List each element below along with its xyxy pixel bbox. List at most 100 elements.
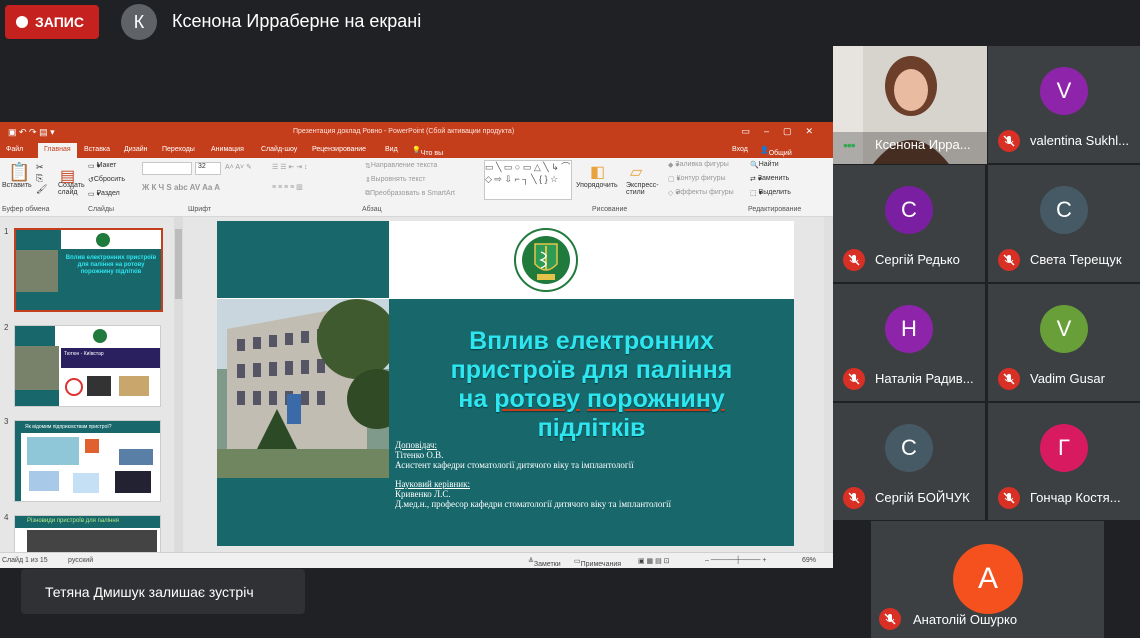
group-paragraph: Абзац bbox=[362, 206, 382, 213]
reset-button[interactable]: ↺ Сбросить bbox=[88, 176, 125, 184]
align-text-button[interactable]: ⇕ Выровнять текст bbox=[365, 176, 425, 184]
tell-me-search[interactable]: 💡 Что вы хотите сделать? bbox=[412, 146, 451, 171]
tab-transitions[interactable]: Переходы bbox=[162, 146, 195, 153]
thumbnails-scrollbar[interactable] bbox=[174, 217, 183, 552]
participant-avatar: V bbox=[1040, 67, 1088, 115]
quick-styles-button[interactable]: Экспресс-стили bbox=[626, 182, 660, 196]
font-name-field[interactable] bbox=[142, 162, 192, 175]
slide-author-info: Доповідач: Тітенко О.В. Асистент кафедри… bbox=[395, 440, 671, 509]
thumb-3-title: Як відомим підприємствам пристрої? bbox=[15, 421, 160, 433]
quick-styles-icon[interactable]: ▱ bbox=[630, 162, 642, 182]
font-format-icons[interactable]: Ж К Ч S abc AV Aa A bbox=[142, 183, 220, 192]
quick-access-icons[interactable]: ▣ ↶ ↷ ▤ ▾ bbox=[8, 127, 55, 138]
replace-button[interactable]: ⇄ Заменить ▾ bbox=[750, 175, 789, 183]
tab-file[interactable]: Файл bbox=[6, 146, 23, 153]
shape-effects-button[interactable]: ◇ Эффекты фигуры ▾ bbox=[668, 189, 734, 197]
slide-edit-scrollbar[interactable] bbox=[824, 217, 833, 552]
create-slide-button[interactable]: Создать слайд bbox=[58, 182, 88, 196]
section-button[interactable]: ▭ Раздел ▾ bbox=[88, 190, 120, 198]
mic-off-icon bbox=[843, 249, 865, 271]
smartart-button[interactable]: ⧉ Преобразовать в SmartArt bbox=[365, 190, 455, 198]
layout-button[interactable]: ▭ Макет ▾ bbox=[88, 162, 116, 170]
record-label: ЗАПИС bbox=[35, 14, 84, 30]
font-size-field[interactable]: 32 bbox=[195, 162, 221, 175]
slide-thumbnail-4[interactable]: Різновиди пристроїв для паління bbox=[14, 515, 161, 552]
slide-number-3: 3 bbox=[4, 417, 9, 426]
cut-copy-icons[interactable]: ✂ ⎘ 🖌 bbox=[36, 162, 47, 195]
paste-icon[interactable]: 📋 bbox=[8, 162, 30, 183]
participant-tile[interactable]: С Света Терещук bbox=[988, 165, 1140, 282]
notes-button[interactable]: ≜ Заметки bbox=[528, 557, 561, 568]
participant-tile[interactable]: Н Наталія Радив... bbox=[833, 284, 985, 401]
tab-animation[interactable]: Анимация bbox=[211, 146, 244, 153]
ppt-ribbon: 📋 Вставить ✂ ⎘ 🖌 ▤ Создать слайд ▭ Макет ▾… bbox=[0, 158, 833, 217]
slide-thumbnail-1[interactable]: Вплив електронних пристроїв для паління … bbox=[14, 228, 163, 312]
status-slide-count: Слайд 1 из 15 bbox=[2, 557, 48, 564]
slide-number-2: 2 bbox=[4, 323, 9, 332]
participant-name: Анатолій Ошурко bbox=[913, 612, 1018, 627]
zoom-level[interactable]: 69% bbox=[802, 557, 816, 564]
tab-design[interactable]: Дизайн bbox=[124, 146, 148, 153]
participant-name: Гончар Костя... bbox=[1030, 490, 1121, 505]
participant-avatar: V bbox=[1040, 305, 1088, 353]
font-grow-icons[interactable]: A˄ A˅ ✎ bbox=[225, 163, 252, 171]
tab-review[interactable]: Рецензирование bbox=[312, 146, 366, 153]
align-icons[interactable]: ≡ ≡ ≡ ≡ ▥ bbox=[272, 183, 303, 191]
participant-name: Сергій БОЙЧУК bbox=[875, 490, 970, 505]
participant-avatar: Г bbox=[1040, 424, 1088, 472]
select-button[interactable]: ⬚ Выделить ▾ bbox=[750, 189, 791, 197]
shape-fill-button[interactable]: ◆ Заливка фигуры ▾ bbox=[668, 161, 729, 169]
status-language: русский bbox=[68, 557, 94, 564]
signin-link[interactable]: Вход bbox=[732, 146, 748, 153]
group-drawing: Рисование bbox=[592, 206, 628, 213]
find-button[interactable]: 🔍 Найти bbox=[750, 161, 779, 169]
participant-avatar: А bbox=[953, 544, 1023, 614]
text-direction-button[interactable]: ⇅ Направление текста bbox=[365, 162, 437, 170]
participant-name: Ксенона Ирра... bbox=[875, 137, 971, 152]
participant-tile[interactable]: С Сергій Редько bbox=[833, 165, 985, 282]
participant-tile[interactable]: V Vadim Gusar bbox=[988, 284, 1140, 401]
slide-thumbnail-3[interactable]: Як відомим підприємствам пристрої? bbox=[14, 420, 161, 502]
group-font: Шрифт bbox=[188, 206, 212, 213]
supervisor-role: Д.мед.н., професор кафедри стоматології … bbox=[395, 499, 672, 509]
participant-avatar: Н bbox=[885, 305, 933, 353]
participant-tile-presenter[interactable]: ••• Ксенона Ирра... bbox=[833, 46, 987, 164]
zoom-slider[interactable]: – ─────┼──── + bbox=[705, 557, 766, 564]
window-controls-icon[interactable]: ▭–▢✕ bbox=[741, 126, 827, 137]
group-clipboard: Буфер обмена bbox=[2, 206, 50, 213]
mic-off-icon bbox=[998, 368, 1020, 390]
tab-insert[interactable]: Вставка bbox=[84, 146, 110, 153]
group-slides: Слайды bbox=[88, 206, 115, 213]
tab-view[interactable]: Вид bbox=[385, 146, 398, 153]
shapes-gallery[interactable]: ▭ ╲ ▭ ○ ▭ △ ╲ ↳ ⌒ ◇ ⇨ ⇩ ⌐ ┐ ╲ { } ☆ bbox=[484, 160, 572, 200]
participant-name: valentina Sukhl... bbox=[1030, 133, 1130, 148]
tab-slideshow[interactable]: Слайд-шоу bbox=[261, 146, 297, 153]
participant-tile[interactable]: Г Гончар Костя... bbox=[988, 403, 1140, 520]
speaker-name: Тітенко О.В. bbox=[395, 450, 444, 460]
participant-tile[interactable]: А Анатолій Ошурко bbox=[871, 521, 1104, 638]
list-icons[interactable]: ☰ ☰ ⇤ ⇥ ↕ bbox=[272, 163, 308, 171]
participant-tile[interactable]: V valentina Sukhl... bbox=[988, 46, 1140, 163]
shape-outline-button[interactable]: ▢ Контур фигуры ▾ bbox=[668, 175, 726, 183]
arrange-button[interactable]: Упорядочить bbox=[576, 182, 618, 189]
slide-title: Вплив електронних пристроїв для паління … bbox=[450, 327, 733, 442]
comments-button[interactable]: ▭ Примечания bbox=[574, 557, 621, 568]
participant-name: Наталія Радив... bbox=[875, 371, 974, 386]
participant-tile[interactable]: С Сергій БОЙЧУК bbox=[833, 403, 985, 520]
view-buttons-icon[interactable]: ▣ ▦ ▤ ⊡ bbox=[638, 557, 670, 565]
mic-off-icon bbox=[998, 130, 1020, 152]
mic-off-icon bbox=[843, 487, 865, 509]
arrange-icon[interactable]: ◧ bbox=[590, 162, 605, 182]
presenting-status: Ксенона Ирраберне на екрані bbox=[172, 11, 422, 31]
ppt-title-bar: ▣ ↶ ↷ ▤ ▾ Презентация доклад Ровно - Pow… bbox=[0, 122, 833, 142]
tab-home[interactable]: Главная bbox=[38, 143, 77, 158]
share-button[interactable]: 👤 Общий доступ bbox=[760, 146, 792, 164]
ppt-window-title: Презентация доклад Ровно - PowerPoint (С… bbox=[293, 128, 515, 135]
slide-number-1: 1 bbox=[4, 227, 9, 236]
participant-avatar: С bbox=[885, 424, 933, 472]
slide-thumbnails-pane: 1 Вплив електронних пристроїв для палінн… bbox=[0, 217, 184, 552]
slide-thumbnail-2[interactable]: Тютюн - Київстар bbox=[14, 325, 161, 407]
supervisor-label: Науковий керівник: bbox=[395, 479, 470, 489]
paste-button[interactable]: Вставить bbox=[2, 182, 32, 189]
mic-off-icon bbox=[998, 487, 1020, 509]
